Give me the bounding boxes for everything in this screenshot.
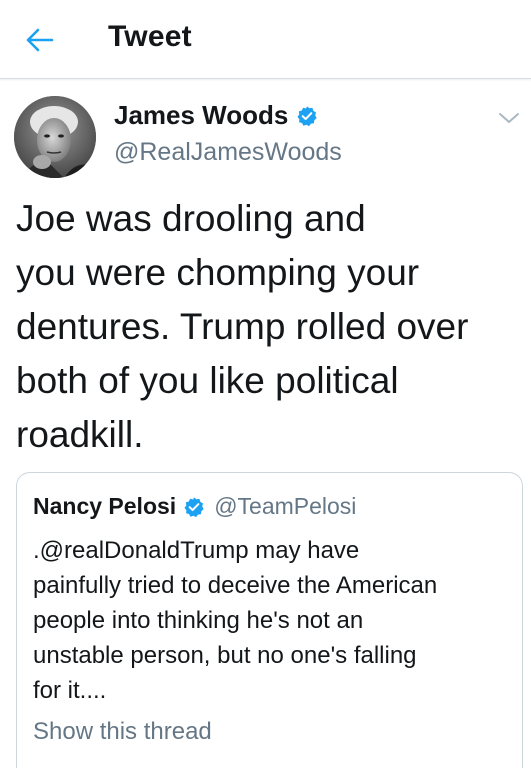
back-button[interactable] [20,22,60,58]
quoted-author-name: Nancy Pelosi [33,493,177,519]
quoted-tweet-text: .@realDonaldTrump may have painfully tri… [33,537,438,704]
quoted-tweet-header: Nancy Pelosi @TeamPelosi [33,493,356,520]
page-title: Tweet [108,20,192,53]
arrow-left-icon [26,28,54,52]
author-handle[interactable]: @RealJamesWoods [114,138,342,167]
top-bar: Tweet [0,0,531,79]
tweet-text: Joe was drooling and you were chomping y… [16,198,469,455]
avatar[interactable] [14,96,96,178]
verified-badge-icon [297,105,317,126]
chevron-down-icon [499,113,519,123]
author-photo [14,96,96,178]
quoted-author-handle: @TeamPelosi [214,493,357,519]
tweet-menu-button[interactable] [496,108,522,128]
verified-badge-icon [184,496,204,517]
author-name-row[interactable]: James Woods [114,100,318,131]
show-thread-link[interactable]: Show this thread [33,718,212,746]
tweet-detail-screen: Tweet James Woods @RealJamesWoods Joe wa… [0,0,531,768]
author-name[interactable]: James Woods [114,100,288,131]
quoted-tweet-card[interactable]: Nancy Pelosi @TeamPelosi .@realDonaldTru… [16,472,523,768]
